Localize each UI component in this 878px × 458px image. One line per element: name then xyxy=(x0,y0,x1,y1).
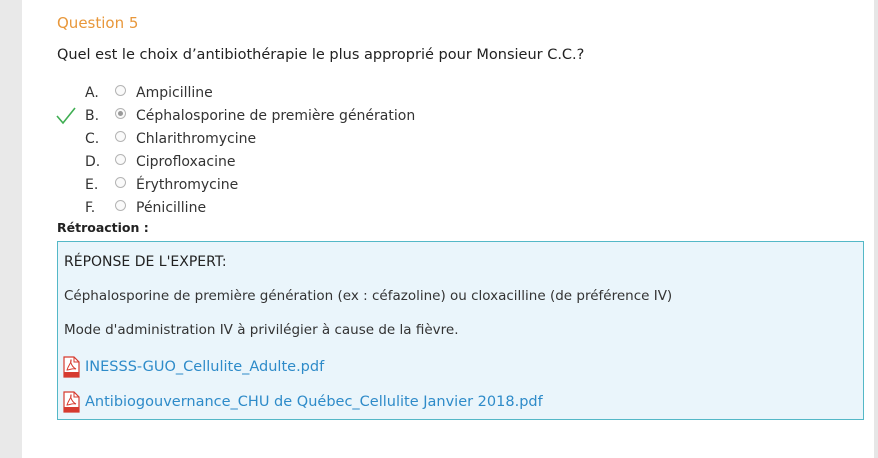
option-a[interactable]: A. Ampicilline xyxy=(57,81,477,104)
answer-options: A. Ampicilline B. Céphalosporine de prem… xyxy=(56,81,477,219)
pdf-icon xyxy=(63,356,80,378)
option-label: Érythromycine xyxy=(136,176,239,193)
feedback-heading: RÉPONSE DE L'EXPERT: xyxy=(64,254,227,270)
option-label: Ciprofloxacine xyxy=(136,153,236,170)
option-label: Céphalosporine de première génération xyxy=(136,107,416,124)
option-f[interactable]: F. Pénicilline xyxy=(57,196,477,219)
option-b[interactable]: B. Céphalosporine de première génération xyxy=(56,104,477,127)
option-radio[interactable] xyxy=(115,200,126,211)
right-scroll-edge xyxy=(874,0,878,458)
question-number: Question 5 xyxy=(57,14,139,32)
feedback-title: Rétroaction : xyxy=(57,220,149,235)
option-c[interactable]: C. Chlarithromycine xyxy=(57,127,477,150)
question-text: Quel est le choix d’antibiothérapie le p… xyxy=(57,47,585,63)
correct-check-icon xyxy=(56,107,76,125)
option-d[interactable]: D. Ciprofloxacine xyxy=(57,150,477,173)
left-margin-bar xyxy=(0,0,22,458)
feedback-text-2: Mode d'administration IV à privilégier à… xyxy=(64,322,459,338)
pdf-link-text[interactable]: Antibiogouvernance_CHU de Québec_Celluli… xyxy=(85,394,543,410)
option-letter: E. xyxy=(85,176,99,193)
feedback-box: RÉPONSE DE L'EXPERT: Céphalosporine de p… xyxy=(57,241,864,420)
pdf-attachment-link[interactable]: Antibiogouvernance_CHU de Québec_Celluli… xyxy=(63,391,543,413)
option-radio[interactable] xyxy=(115,177,126,188)
option-label: Chlarithromycine xyxy=(136,130,257,147)
option-letter: B. xyxy=(85,107,100,124)
feedback-text-1: Céphalosporine de première génération (e… xyxy=(64,288,673,304)
option-label: Ampicilline xyxy=(136,84,213,101)
option-radio[interactable] xyxy=(115,85,126,96)
option-letter: F. xyxy=(85,199,96,216)
option-radio-selected[interactable] xyxy=(115,108,126,119)
option-e[interactable]: E. Érythromycine xyxy=(57,173,477,196)
pdf-link-text[interactable]: INESSS-GUO_Cellulite_Adulte.pdf xyxy=(85,359,324,375)
option-radio[interactable] xyxy=(115,131,126,142)
pdf-attachment-link[interactable]: INESSS-GUO_Cellulite_Adulte.pdf xyxy=(63,356,324,378)
pdf-icon xyxy=(63,391,80,413)
option-letter: C. xyxy=(85,130,100,147)
option-letter: D. xyxy=(85,153,101,170)
option-label: Pénicilline xyxy=(136,199,207,216)
option-radio[interactable] xyxy=(115,154,126,165)
option-letter: A. xyxy=(85,84,99,101)
